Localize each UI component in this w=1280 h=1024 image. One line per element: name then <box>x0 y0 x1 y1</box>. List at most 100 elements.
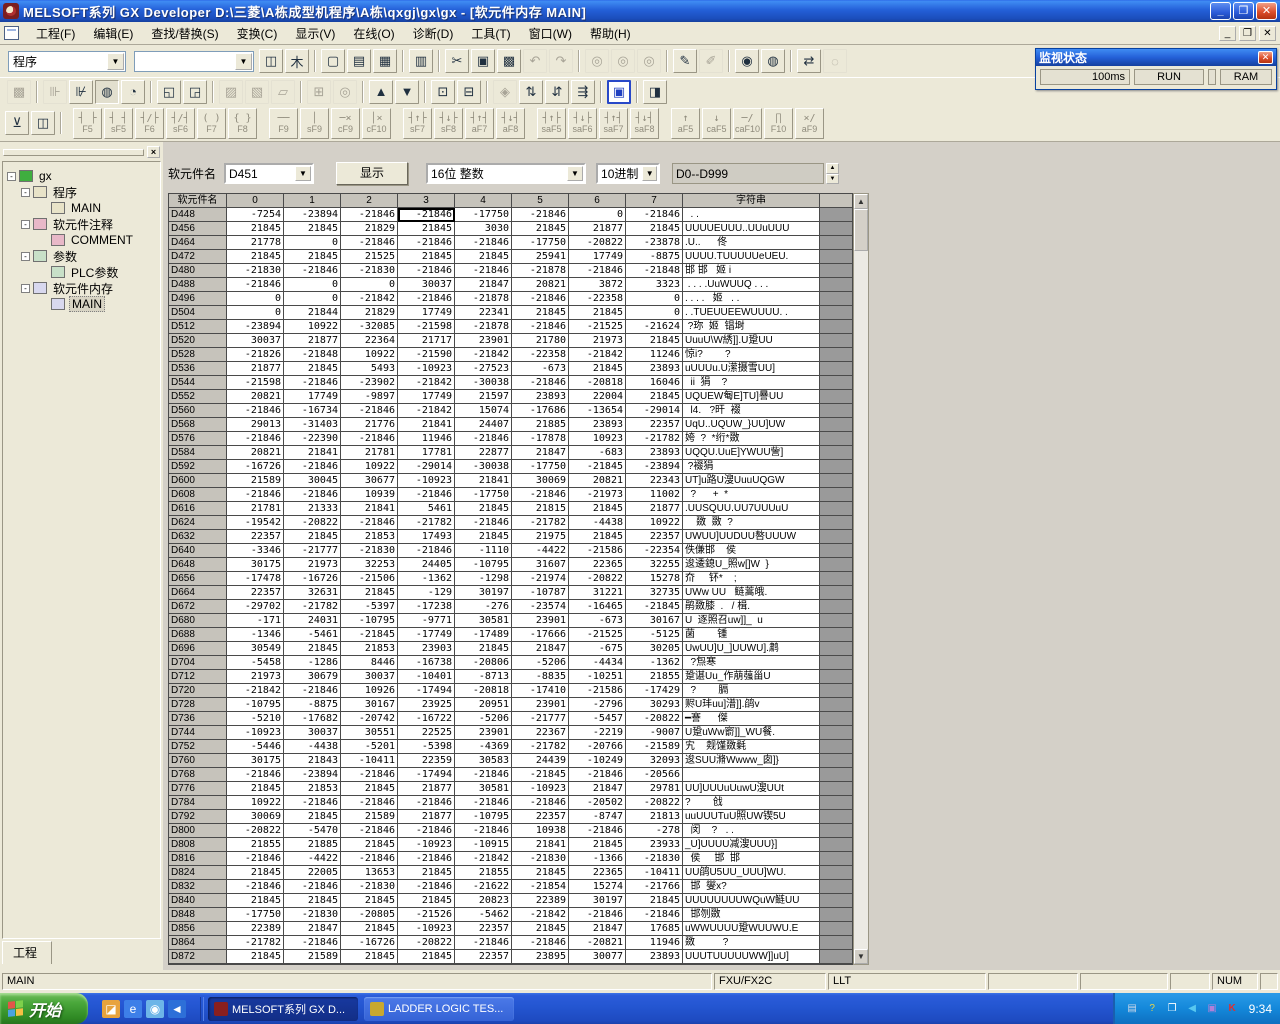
chevron-icon[interactable]: ◀ <box>1185 1001 1200 1016</box>
value-cell[interactable]: -17238 <box>398 600 455 614</box>
value-cell[interactable]: -10795 <box>455 558 512 572</box>
value-cell[interactable]: 30069 <box>512 474 569 488</box>
value-cell[interactable]: 32255 <box>626 558 683 572</box>
value-cell[interactable]: -8713 <box>455 670 512 684</box>
value-cell[interactable]: -21878 <box>512 264 569 278</box>
menu-item-帮助H[interactable]: 帮助(H) <box>581 22 640 45</box>
value-cell[interactable]: -21846 <box>398 292 455 306</box>
chevron-down-icon[interactable]: ▼ <box>567 166 583 181</box>
value-cell[interactable]: 3872 <box>569 278 626 292</box>
value-cell[interactable]: -21846 <box>512 320 569 334</box>
device-name-cell[interactable]: D760 <box>169 754 227 768</box>
value-cell[interactable]: -21846 <box>569 824 626 838</box>
value-cell[interactable]: -21782 <box>284 600 341 614</box>
falling-pulse-button[interactable]: ┤↓├sF8 <box>434 108 463 139</box>
device-name-cell[interactable]: D640 <box>169 544 227 558</box>
value-cell[interactable]: -17750 <box>455 208 512 222</box>
value-cell[interactable]: -20822 <box>626 796 683 810</box>
value-cell[interactable]: 22341 <box>455 306 512 320</box>
value-cell[interactable]: 20821 <box>227 446 284 460</box>
transfer-setup-icon[interactable]: ⇄ <box>797 49 821 73</box>
device-find-icon[interactable]: ◍ <box>95 80 119 104</box>
device-name-cell[interactable]: D784 <box>169 796 227 810</box>
value-cell[interactable]: -21846 <box>512 208 569 222</box>
new-project-icon[interactable]: ▢ <box>321 49 345 73</box>
value-cell[interactable]: 17749 <box>569 250 626 264</box>
value-cell[interactable]: -1298 <box>455 572 512 586</box>
value-cell[interactable]: -276 <box>455 600 512 614</box>
value-cell[interactable]: 22357 <box>455 922 512 936</box>
value-cell[interactable]: 10922 <box>341 460 398 474</box>
value-cell[interactable]: -21846 <box>455 936 512 950</box>
value-cell[interactable]: -21846 <box>341 768 398 782</box>
value-cell[interactable]: 21845 <box>227 782 284 796</box>
value-cell[interactable]: -1362 <box>626 656 683 670</box>
string-cell[interactable]: .UUSQUU.UU7UUUuU <box>683 502 820 516</box>
value-cell[interactable]: 21877 <box>398 810 455 824</box>
rising-pulse-button[interactable]: ┤↑├sF7 <box>403 108 432 139</box>
value-cell[interactable]: 22877 <box>455 446 512 460</box>
value-cell[interactable]: 22359 <box>398 754 455 768</box>
device-name-cell[interactable]: D504 <box>169 306 227 320</box>
table-scrollbar[interactable]: ▲ ▼ <box>853 193 869 965</box>
value-cell[interactable]: -21848 <box>626 264 683 278</box>
value-cell[interactable]: 23901 <box>512 614 569 628</box>
value-cell[interactable]: -22390 <box>284 432 341 446</box>
tree-leaf-0-0[interactable]: MAIN <box>5 200 158 216</box>
value-cell[interactable]: 23901 <box>455 334 512 348</box>
value-cell[interactable]: 22364 <box>341 334 398 348</box>
value-cell[interactable]: 21847 <box>284 922 341 936</box>
value-cell[interactable]: -21845 <box>341 628 398 642</box>
value-cell[interactable]: -32085 <box>341 320 398 334</box>
value-cell[interactable]: 21589 <box>227 474 284 488</box>
value-cell[interactable]: 21780 <box>512 334 569 348</box>
value-cell[interactable]: 30197 <box>569 894 626 908</box>
value-cell[interactable]: 23925 <box>398 698 455 712</box>
value-cell[interactable]: -21525 <box>569 628 626 642</box>
value-cell[interactable]: 21776 <box>341 418 398 432</box>
tree-expander-icon[interactable]: - <box>7 172 16 181</box>
value-cell[interactable]: -21842 <box>569 348 626 362</box>
value-cell[interactable]: 30583 <box>455 754 512 768</box>
device-name-combo[interactable]: D451 ▼ <box>224 163 314 184</box>
device-name-cell[interactable]: D832 <box>169 880 227 894</box>
value-cell[interactable]: -21845 <box>626 600 683 614</box>
value-cell[interactable]: 24439 <box>512 754 569 768</box>
device-name-cell[interactable]: D696 <box>169 642 227 656</box>
device-name-cell[interactable]: D624 <box>169 516 227 530</box>
value-cell[interactable]: -16465 <box>569 600 626 614</box>
value-cell[interactable]: 11246 <box>626 348 683 362</box>
sort1-icon[interactable]: ⇅ <box>519 80 543 104</box>
tree-leaf-1-0[interactable]: COMMENT <box>5 232 158 248</box>
tree-expander-icon[interactable]: - <box>21 188 30 197</box>
menu-item-查找替换S[interactable]: 查找/替换(S) <box>142 22 227 45</box>
string-cell[interactable]: uuUUUTuU照UW锲5U <box>683 810 820 824</box>
value-cell[interactable]: -21782 <box>227 936 284 950</box>
value-cell[interactable]: -21846 <box>398 488 455 502</box>
value-cell[interactable]: -16722 <box>398 712 455 726</box>
value-cell[interactable]: -16726 <box>284 572 341 586</box>
value-cell[interactable]: -21878 <box>455 292 512 306</box>
value-cell[interactable]: 21845 <box>284 362 341 376</box>
value-cell[interactable]: 21845 <box>227 222 284 236</box>
device-name-cell[interactable]: D448 <box>169 208 227 222</box>
value-cell[interactable]: -21846 <box>284 460 341 474</box>
value-cell[interactable]: 29013 <box>227 418 284 432</box>
value-cell[interactable]: -21830 <box>341 880 398 894</box>
string-cell[interactable] <box>683 768 820 782</box>
invert-button[interactable]: ×/aF9 <box>795 108 824 139</box>
value-cell[interactable]: 20823 <box>455 894 512 908</box>
value-cell[interactable]: 23903 <box>398 642 455 656</box>
value-cell[interactable]: -20566 <box>626 768 683 782</box>
value-cell[interactable]: 21845 <box>341 838 398 852</box>
value-cell[interactable]: 29781 <box>626 782 683 796</box>
value-cell[interactable]: -21854 <box>512 880 569 894</box>
value-cell[interactable]: 23893 <box>512 390 569 404</box>
device-name-cell[interactable]: D744 <box>169 726 227 740</box>
down-arrow-button[interactable]: ↓caF5 <box>702 108 731 139</box>
value-cell[interactable]: 21885 <box>284 838 341 852</box>
value-cell[interactable]: -20818 <box>569 376 626 390</box>
value-cell[interactable]: 15274 <box>569 880 626 894</box>
value-cell[interactable]: -4422 <box>284 852 341 866</box>
value-cell[interactable]: 30679 <box>284 670 341 684</box>
